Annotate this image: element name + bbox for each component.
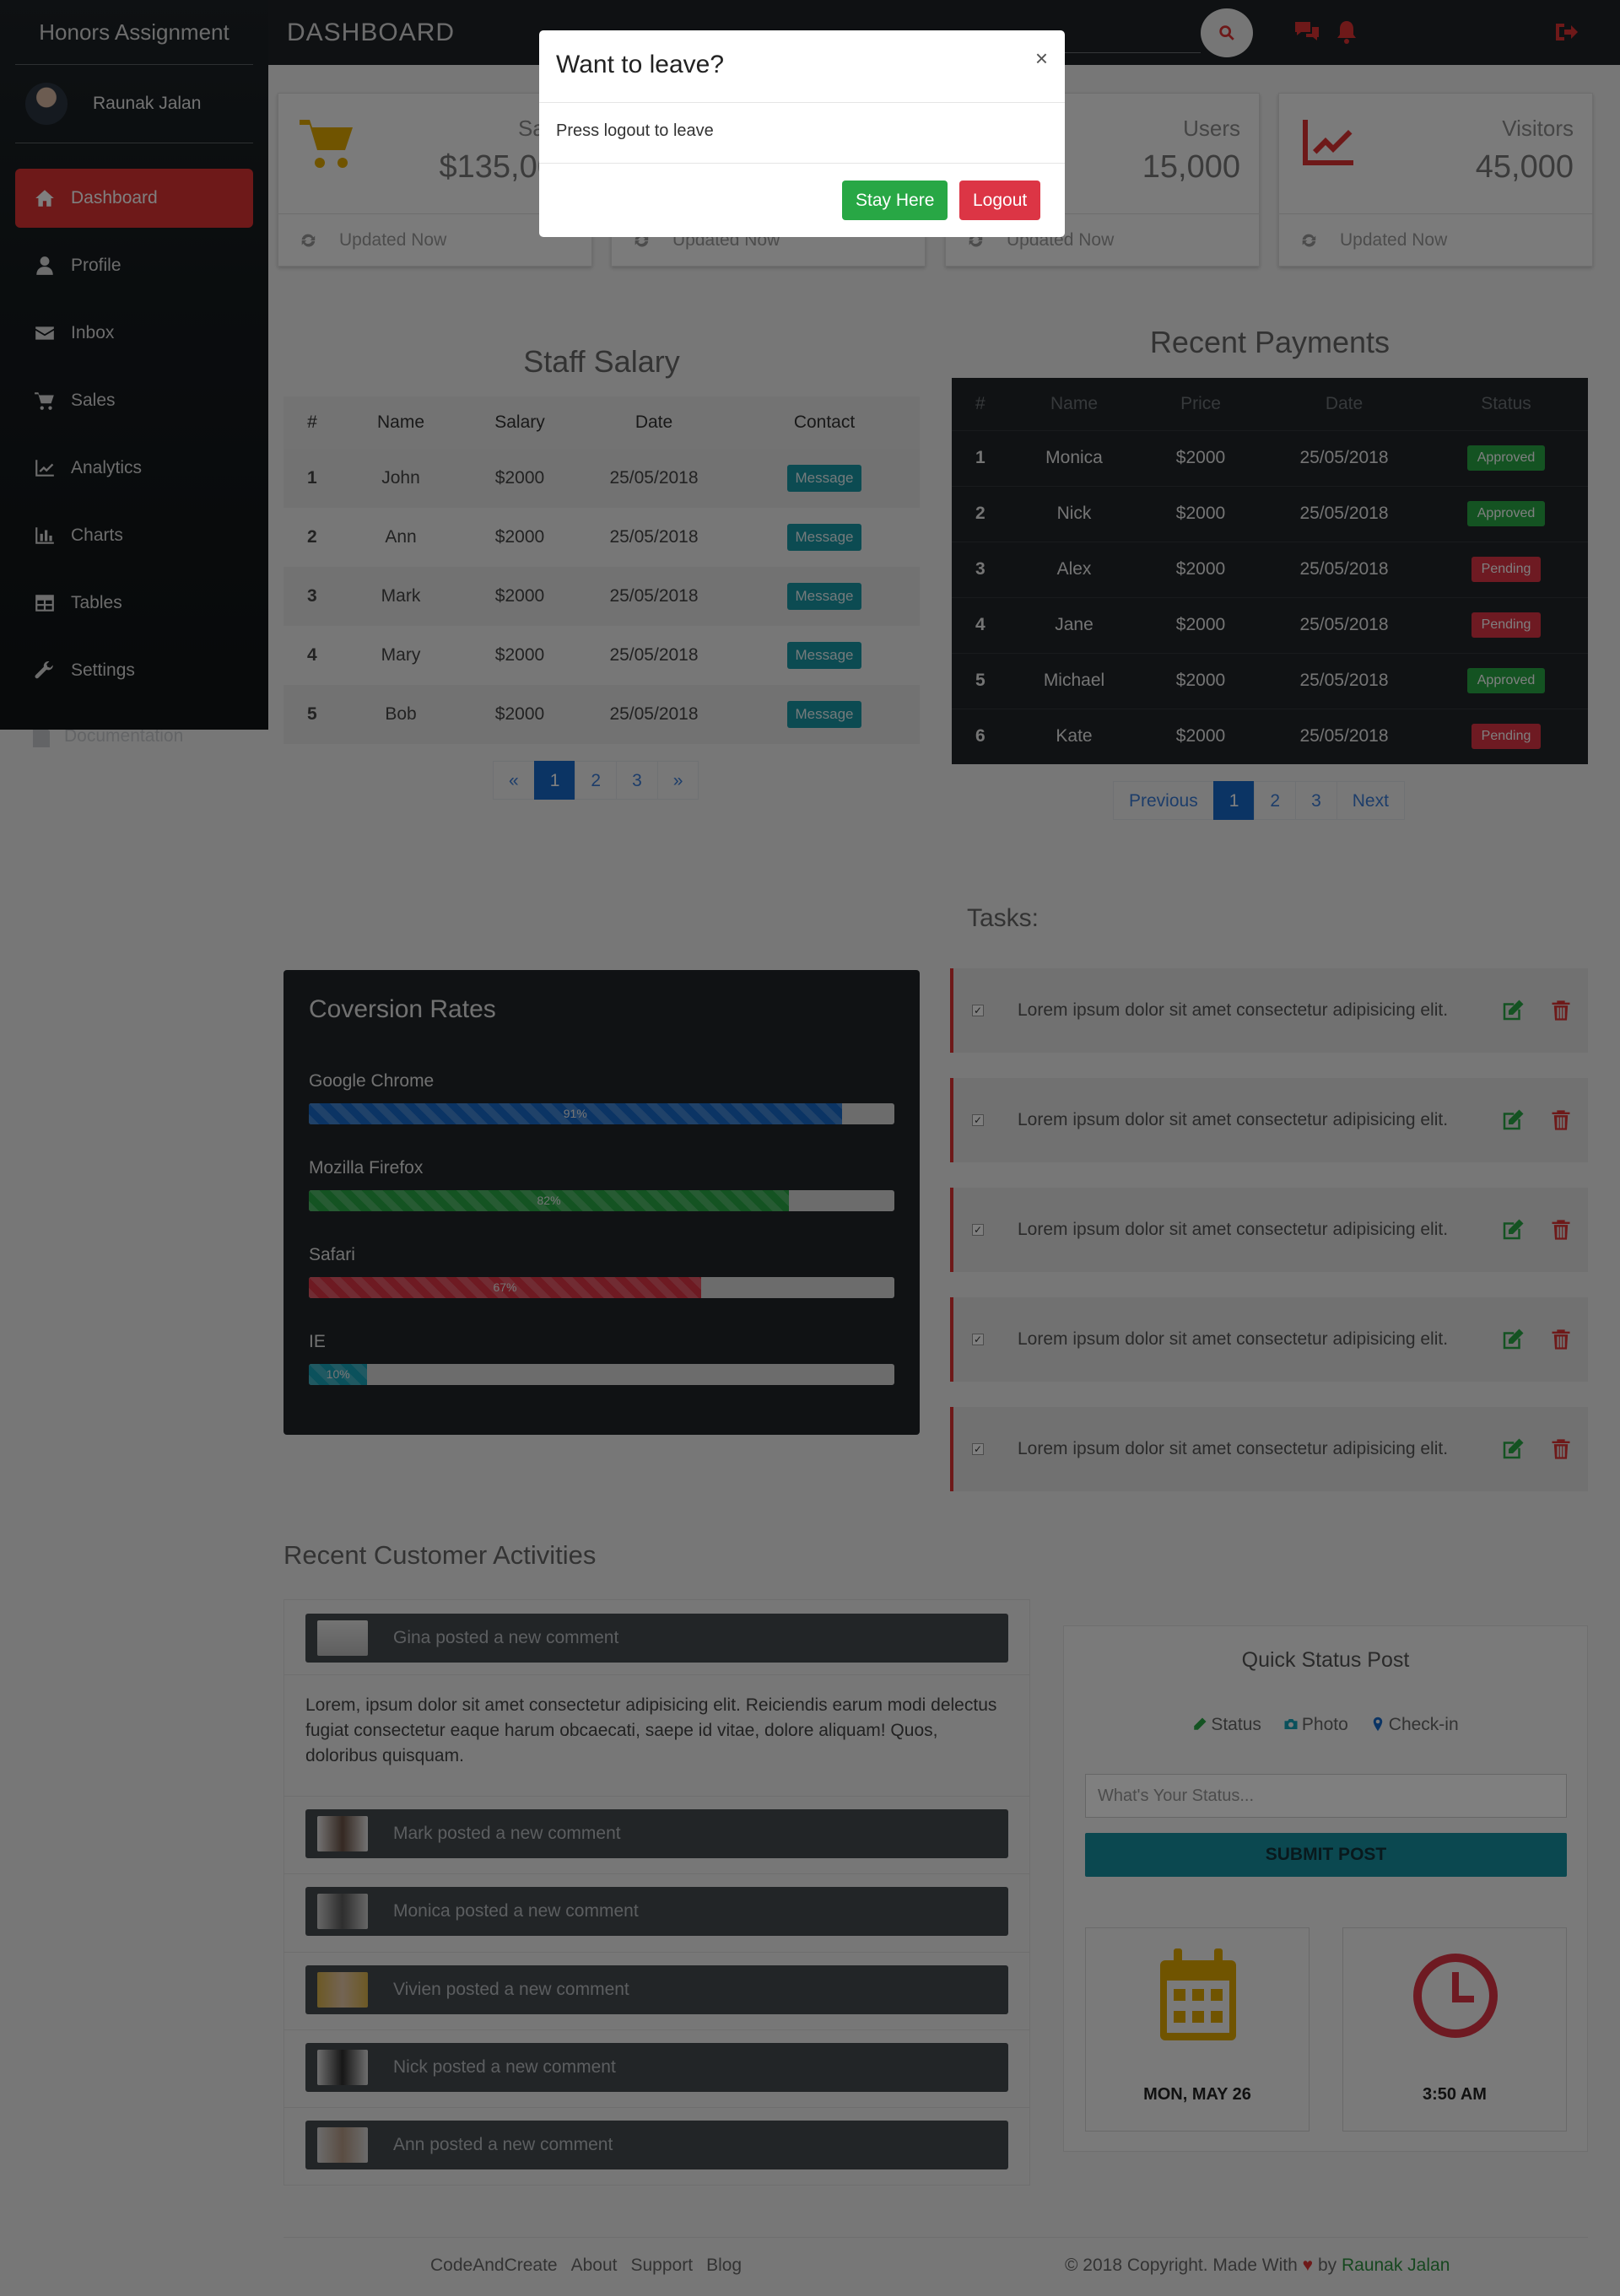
logout-modal: Want to leave? × Press logout to leave S… <box>539 30 1065 237</box>
close-icon[interactable]: × <box>1035 46 1048 72</box>
modal-body: Press logout to leave <box>539 103 1065 164</box>
modal-title: Want to leave? <box>556 51 724 78</box>
modal-backdrop[interactable] <box>0 0 1620 2296</box>
stay-here-button[interactable]: Stay Here <box>842 181 948 220</box>
logout-button[interactable]: Logout <box>959 181 1041 220</box>
